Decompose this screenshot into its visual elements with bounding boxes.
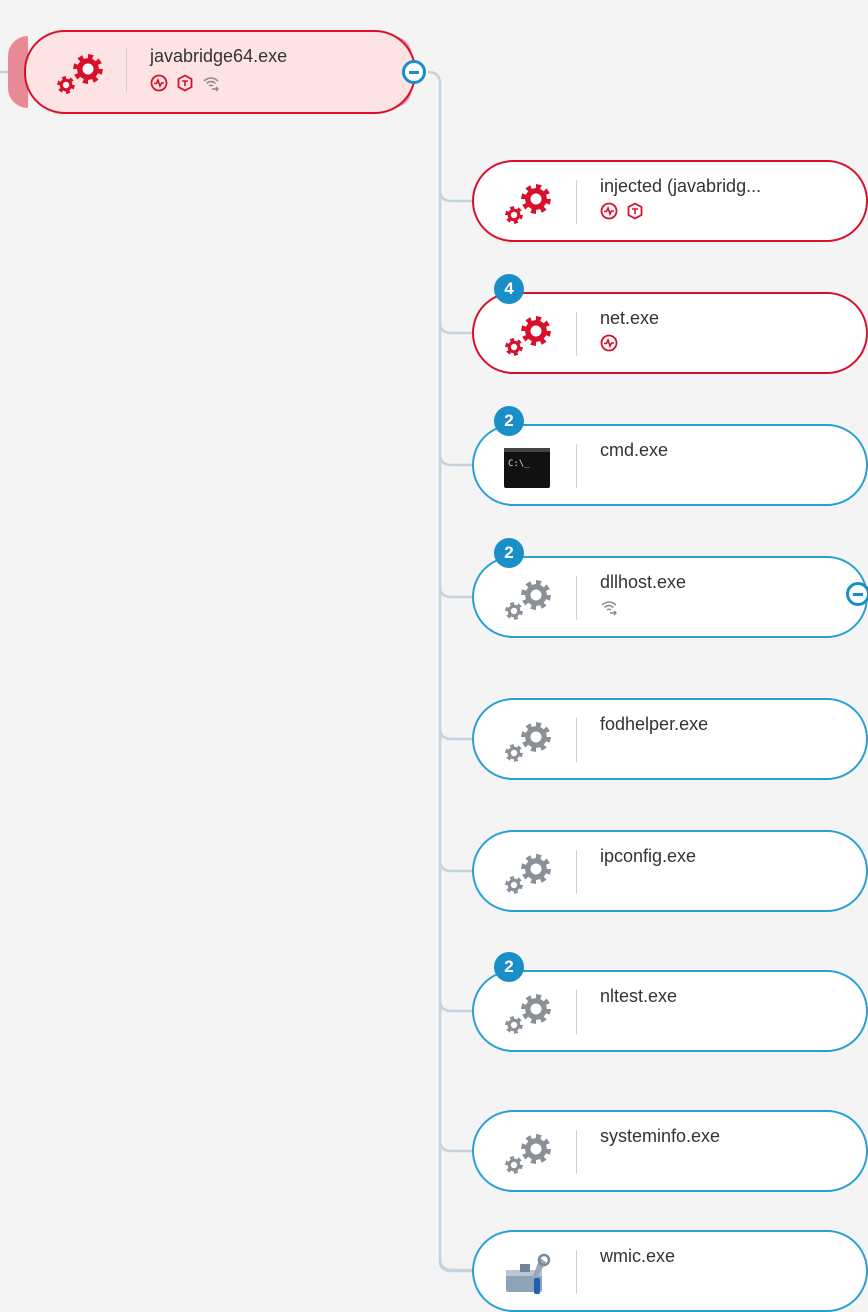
connector-branch <box>438 586 472 599</box>
child-process-node[interactable]: injected (javabridg... <box>472 160 868 242</box>
node-separator <box>576 312 577 356</box>
gears-gray-icon <box>500 1130 556 1178</box>
node-separator <box>576 1130 577 1174</box>
event-count-badge[interactable]: 2 <box>494 952 524 982</box>
activity-icon[interactable] <box>150 74 168 92</box>
node-separator <box>576 718 577 762</box>
process-indicators <box>600 202 644 220</box>
child-process-node[interactable]: ipconfig.exe <box>472 830 868 912</box>
gears-gray-icon <box>500 718 556 766</box>
connector-branch <box>438 190 472 203</box>
connector-branch <box>438 860 472 873</box>
node-separator <box>576 576 577 620</box>
child-process-node[interactable]: 2 nltest.exe <box>472 952 868 1052</box>
event-count-badge[interactable]: 2 <box>494 538 524 568</box>
process-name: dllhost.exe <box>600 572 687 592</box>
node-separator <box>576 990 577 1034</box>
network-icon[interactable] <box>202 74 220 92</box>
terminal-icon: C:\_ <box>500 444 556 492</box>
connector-branch <box>438 1000 472 1013</box>
process-indicators <box>600 334 618 352</box>
shield-icon[interactable] <box>176 74 194 92</box>
process-name: cmd.exe <box>600 440 669 460</box>
root-process-name: javabridge64.exe <box>150 46 288 66</box>
process-name: systeminfo.exe <box>600 1126 721 1146</box>
gears-red-icon <box>500 312 556 360</box>
node-separator <box>576 850 577 894</box>
child-process-node[interactable]: 2 dllhost.exe <box>472 538 868 638</box>
activity-icon[interactable] <box>600 334 618 352</box>
connector-branch <box>438 322 472 335</box>
gears-gray-icon <box>500 576 556 624</box>
gears-gray-icon <box>500 990 556 1038</box>
root-indicators <box>150 74 220 92</box>
child-process-node[interactable]: 4 net.exe <box>472 274 868 374</box>
shield-icon[interactable] <box>626 202 644 220</box>
connector-branch <box>438 728 472 741</box>
collapse-root-button[interactable] <box>402 60 426 84</box>
child-process-node[interactable]: wmic.exe <box>472 1230 868 1312</box>
event-count-badge[interactable]: 4 <box>494 274 524 304</box>
process-name: nltest.exe <box>600 986 678 1006</box>
node-separator <box>576 444 577 488</box>
process-indicators <box>600 598 618 616</box>
activity-icon[interactable] <box>600 202 618 220</box>
child-process-node[interactable]: fodhelper.exe <box>472 698 868 780</box>
process-name: ipconfig.exe <box>600 846 697 866</box>
collapse-dllhost-button[interactable] <box>846 582 868 606</box>
svg-text:C:\_: C:\_ <box>508 459 530 469</box>
gears-red-icon <box>52 50 108 98</box>
gears-red-icon <box>500 180 556 228</box>
node-separator <box>576 180 577 224</box>
wmic-tool-icon <box>500 1250 556 1298</box>
process-name: injected (javabridg... <box>600 176 762 196</box>
connector-branch <box>438 1140 472 1153</box>
node-separator <box>576 1250 577 1294</box>
connector-branch <box>438 454 472 467</box>
root-process-node[interactable]: javabridge64.exe <box>24 30 416 114</box>
child-process-node[interactable]: systeminfo.exe <box>472 1110 868 1192</box>
process-name: fodhelper.exe <box>600 714 709 734</box>
gears-gray-icon <box>500 850 556 898</box>
event-count-badge[interactable]: 2 <box>494 406 524 436</box>
child-process-node[interactable]: 2 C:\_ cmd.exe <box>472 406 868 506</box>
network-icon[interactable] <box>600 598 618 616</box>
process-name: net.exe <box>600 308 660 328</box>
node-separator <box>126 48 127 92</box>
process-name: wmic.exe <box>600 1246 676 1266</box>
